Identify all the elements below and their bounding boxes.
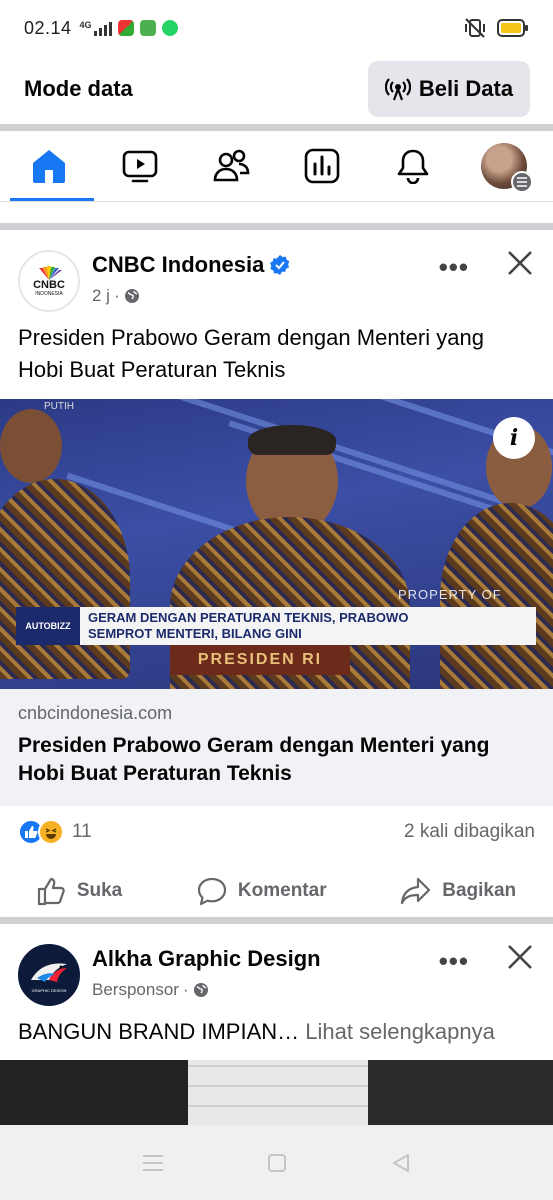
app-notification-icon <box>117 20 134 36</box>
share-label: Bagikan <box>442 880 517 901</box>
buy-data-button[interactable]: Beli Data <box>368 61 530 117</box>
post-header: CNBC INDONESIA CNBC Indonesia 2 j · ••• <box>0 230 553 320</box>
peacock-icon <box>39 265 62 280</box>
feeds-icon <box>304 148 340 184</box>
banner-line-1: GERAM DENGAN PERATURAN TEKNIS, PRABOWO <box>88 610 409 625</box>
sponsored-post: GRAPHIC DESIGN Alkha Graphic Design Bers… <box>0 924 553 1048</box>
banner-headline: GERAM DENGAN PERATURAN TEKNIS, PRABOWO S… <box>80 610 408 642</box>
headline-banner: AUTOBIZZ GERAM DENGAN PERATURAN TEKNIS, … <box>16 607 536 645</box>
see-more-link[interactable]: Lihat selengkapnya <box>305 1019 495 1044</box>
comment-button[interactable]: Komentar <box>196 876 327 906</box>
thumbs-up-icon <box>37 877 65 906</box>
friends-icon <box>213 149 250 182</box>
podium-sign: PRESIDEN RI <box>170 645 350 675</box>
haha-reaction-icon <box>38 819 64 845</box>
close-icon[interactable] <box>503 940 537 974</box>
news-image[interactable]: PUTIH PROPERTY OF AUTOBIZZ GERAM DENGAN … <box>0 399 553 689</box>
globe-icon <box>124 289 139 303</box>
broadcast-icon <box>384 78 411 101</box>
logo-wordmark: CNBC <box>33 278 65 291</box>
ad-image[interactable] <box>0 1060 553 1125</box>
signal-icon: 4G <box>80 20 112 36</box>
sponsored-label[interactable]: Bersponsor <box>92 980 179 1000</box>
post-actions: Suka Komentar Bagikan <box>0 858 553 924</box>
logo-watermark: PUTIH <box>44 401 74 412</box>
verified-badge-icon <box>270 255 290 275</box>
link-preview[interactable]: cnbcindonesia.com Presiden Prabowo Geram… <box>0 689 553 806</box>
cnbc-logo[interactable]: CNBC INDONESIA <box>18 250 80 312</box>
buy-data-label: Beli Data <box>418 76 514 101</box>
meta-dot: · <box>113 286 120 305</box>
banner-tag: AUTOBIZZ <box>16 607 80 645</box>
post-meta: Bersponsor · <box>92 980 209 1000</box>
watermark-text: PROPERTY OF <box>398 587 502 602</box>
mode-data-bar: Mode data Beli Data <box>0 56 553 122</box>
status-right-icons <box>463 17 529 39</box>
bird-logo-icon <box>31 963 67 982</box>
nav-feeds[interactable] <box>287 131 357 201</box>
more-options-icon[interactable]: ••• <box>439 252 469 283</box>
nav-friends[interactable] <box>196 131 266 201</box>
profile-avatar <box>480 143 533 193</box>
divider <box>0 917 553 924</box>
divider <box>0 124 553 131</box>
reaction-icons[interactable] <box>18 819 64 845</box>
whatsapp-icon <box>161 20 178 36</box>
link-domain: cnbcindonesia.com <box>18 703 173 723</box>
nav-profile-menu[interactable] <box>469 131 539 201</box>
comment-label: Komentar <box>237 880 327 901</box>
logo-caption: GRAPHIC DESIGN <box>31 987 67 993</box>
share-arrow-icon <box>401 877 431 905</box>
status-left-icons: 4G <box>80 20 178 36</box>
status-time: 02.14 <box>24 17 72 38</box>
mode-data-title: Mode data <box>24 76 133 101</box>
divider <box>0 223 553 230</box>
page-name-label: CNBC Indonesia <box>92 252 265 277</box>
main-nav <box>0 131 553 201</box>
vibrate-mute-icon <box>465 18 485 38</box>
like-label: Suka <box>76 880 123 901</box>
nav-home[interactable] <box>10 131 95 201</box>
post-text: BANGUN BRAND IMPIAN… Lihat selengkapnya <box>0 1016 553 1048</box>
bell-icon <box>397 149 429 184</box>
reaction-count[interactable]: 11 <box>72 821 92 843</box>
post-header: GRAPHIC DESIGN Alkha Graphic Design Bers… <box>0 924 553 1014</box>
recent-apps-icon[interactable] <box>141 1153 165 1173</box>
page-name[interactable]: Alkha Graphic Design <box>92 946 321 972</box>
like-button[interactable]: Suka <box>37 876 122 906</box>
reactions-bar: 11 2 kali dibagikan <box>0 806 553 858</box>
feed-post: CNBC INDONESIA CNBC Indonesia 2 j · ••• … <box>0 230 553 924</box>
page-name-label: Alkha Graphic Design <box>92 946 321 971</box>
link-title: Presiden Prabowo Geram dengan Menteri ya… <box>18 734 490 785</box>
share-button[interactable]: Bagikan <box>400 876 516 906</box>
close-icon[interactable] <box>503 246 537 280</box>
network-type-label: 4G <box>79 20 92 30</box>
battery-icon <box>497 19 528 37</box>
logo-subtext: INDONESIA <box>35 290 63 297</box>
post-text-body: BANGUN BRAND IMPIAN… <box>18 1019 300 1044</box>
meta-dot: · <box>182 980 189 999</box>
banner-line-2: SEMPROT MENTERI, BILANG GINI <box>88 626 302 641</box>
status-bar: 02.14 4G <box>0 0 553 56</box>
nav-video[interactable] <box>105 131 175 201</box>
video-icon <box>122 150 158 183</box>
page-name[interactable]: CNBC Indonesia <box>92 252 290 278</box>
info-icon[interactable]: i <box>493 417 535 459</box>
system-nav-bar <box>0 1125 553 1200</box>
share-count[interactable]: 2 kali dibagikan <box>404 821 535 843</box>
post-meta: 2 j · <box>92 286 140 306</box>
more-options-icon[interactable]: ••• <box>439 946 469 977</box>
chat-app-icon <box>139 20 156 36</box>
home-icon <box>33 150 66 183</box>
nav-notifications[interactable] <box>378 131 448 201</box>
home-button-icon[interactable] <box>266 1152 288 1174</box>
divider <box>0 201 553 202</box>
globe-icon <box>193 983 208 997</box>
back-icon[interactable] <box>390 1152 412 1174</box>
alkha-logo[interactable]: GRAPHIC DESIGN <box>18 944 80 1006</box>
post-time[interactable]: 2 j <box>92 286 110 306</box>
post-text: Presiden Prabowo Geram dengan Menteri ya… <box>18 325 484 382</box>
comment-icon <box>197 877 227 906</box>
menu-icon <box>510 171 533 193</box>
